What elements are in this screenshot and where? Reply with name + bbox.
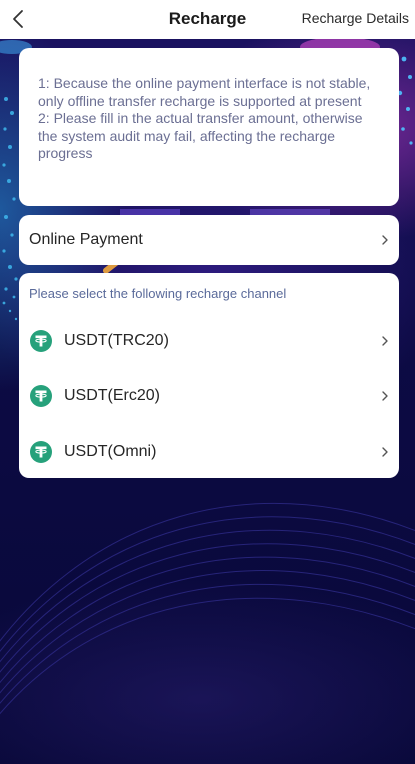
channel-label: USDT(Erc20) [64,387,161,404]
chevron-right-icon [382,235,388,245]
online-payment-label: Online Payment [29,231,143,248]
notice-card: 1: Because the online payment interface … [19,48,399,206]
chevron-right-icon [382,391,388,401]
top-nav-bar: Recharge Recharge Details [0,0,415,39]
chevron-right-icon [382,336,388,346]
channel-label: USDT(TRC20) [64,332,169,349]
channel-item-usdt-omni[interactable]: USDT(Omni) [19,429,399,475]
chevron-right-icon [382,447,388,457]
channel-item-usdt-trc20[interactable]: USDT(TRC20) [19,318,399,364]
channel-label: USDT(Omni) [64,443,157,460]
notice-line-1: 1: Because the online payment interface … [38,75,371,109]
channel-hint: Please select the following recharge cha… [29,286,287,301]
tether-icon [30,441,52,463]
tether-icon [30,385,52,407]
recharge-details-link[interactable]: Recharge Details [302,10,409,26]
channel-item-usdt-erc20[interactable]: USDT(Erc20) [19,373,399,419]
online-payment-button[interactable]: Online Payment [19,215,399,265]
recharge-channel-list: Please select the following recharge cha… [19,273,399,478]
tether-icon [30,330,52,352]
notice-line-2: 2: Please fill in the actual transfer am… [38,110,363,161]
